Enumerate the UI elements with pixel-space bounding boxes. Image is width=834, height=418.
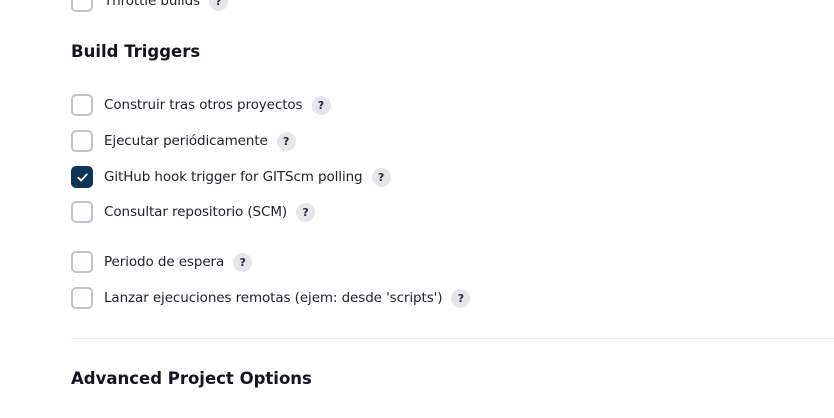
- trigger-label: GitHub hook trigger for GITScm polling: [104, 169, 363, 185]
- help-icon[interactable]: ?: [311, 95, 331, 115]
- quiet-period-checkbox[interactable]: [71, 251, 93, 273]
- throttle-builds-checkbox[interactable]: [71, 0, 93, 12]
- help-icon[interactable]: ?: [233, 252, 253, 272]
- section-divider: [71, 338, 834, 339]
- trigger-label: Lanzar ejecuciones remotas (ejem: desde …: [104, 290, 443, 306]
- remote-builds-checkbox[interactable]: [71, 287, 93, 309]
- trigger-label: Periodo de espera: [104, 254, 225, 270]
- advanced-project-options-title: Advanced Project Options: [71, 369, 312, 388]
- throttle-builds-row[interactable]: Throttle builds ?: [71, 0, 228, 12]
- trigger-poll-scm[interactable]: Consultar repositorio (SCM) ?: [71, 201, 316, 223]
- build-after-other-projects-checkbox[interactable]: [71, 94, 93, 116]
- build-triggers-title: Build Triggers: [71, 42, 201, 61]
- help-icon[interactable]: ?: [296, 202, 316, 222]
- trigger-label: Ejecutar periódicamente: [104, 133, 268, 149]
- trigger-label: Construir tras otros proyectos: [104, 97, 303, 113]
- trigger-quiet-period[interactable]: Periodo de espera ?: [71, 251, 253, 273]
- help-icon[interactable]: ?: [208, 0, 228, 11]
- help-icon[interactable]: ?: [451, 288, 471, 308]
- poll-scm-checkbox[interactable]: [71, 201, 93, 223]
- trigger-remote-builds[interactable]: Lanzar ejecuciones remotas (ejem: desde …: [71, 287, 471, 309]
- trigger-label: Consultar repositorio (SCM): [104, 204, 288, 220]
- build-periodically-checkbox[interactable]: [71, 130, 93, 152]
- throttle-builds-label: Throttle builds: [104, 0, 200, 9]
- help-icon[interactable]: ?: [276, 131, 296, 151]
- trigger-github-hook[interactable]: GitHub hook trigger for GITScm polling ?: [71, 166, 391, 188]
- trigger-build-after-other-projects[interactable]: Construir tras otros proyectos ?: [71, 94, 331, 116]
- github-hook-checkbox[interactable]: [71, 166, 93, 188]
- build-configuration-page: Throttle builds ? Build Triggers Constru…: [0, 0, 834, 418]
- checkmark-icon: [76, 172, 88, 181]
- trigger-build-periodically[interactable]: Ejecutar periódicamente ?: [71, 130, 296, 152]
- help-icon[interactable]: ?: [371, 167, 391, 187]
